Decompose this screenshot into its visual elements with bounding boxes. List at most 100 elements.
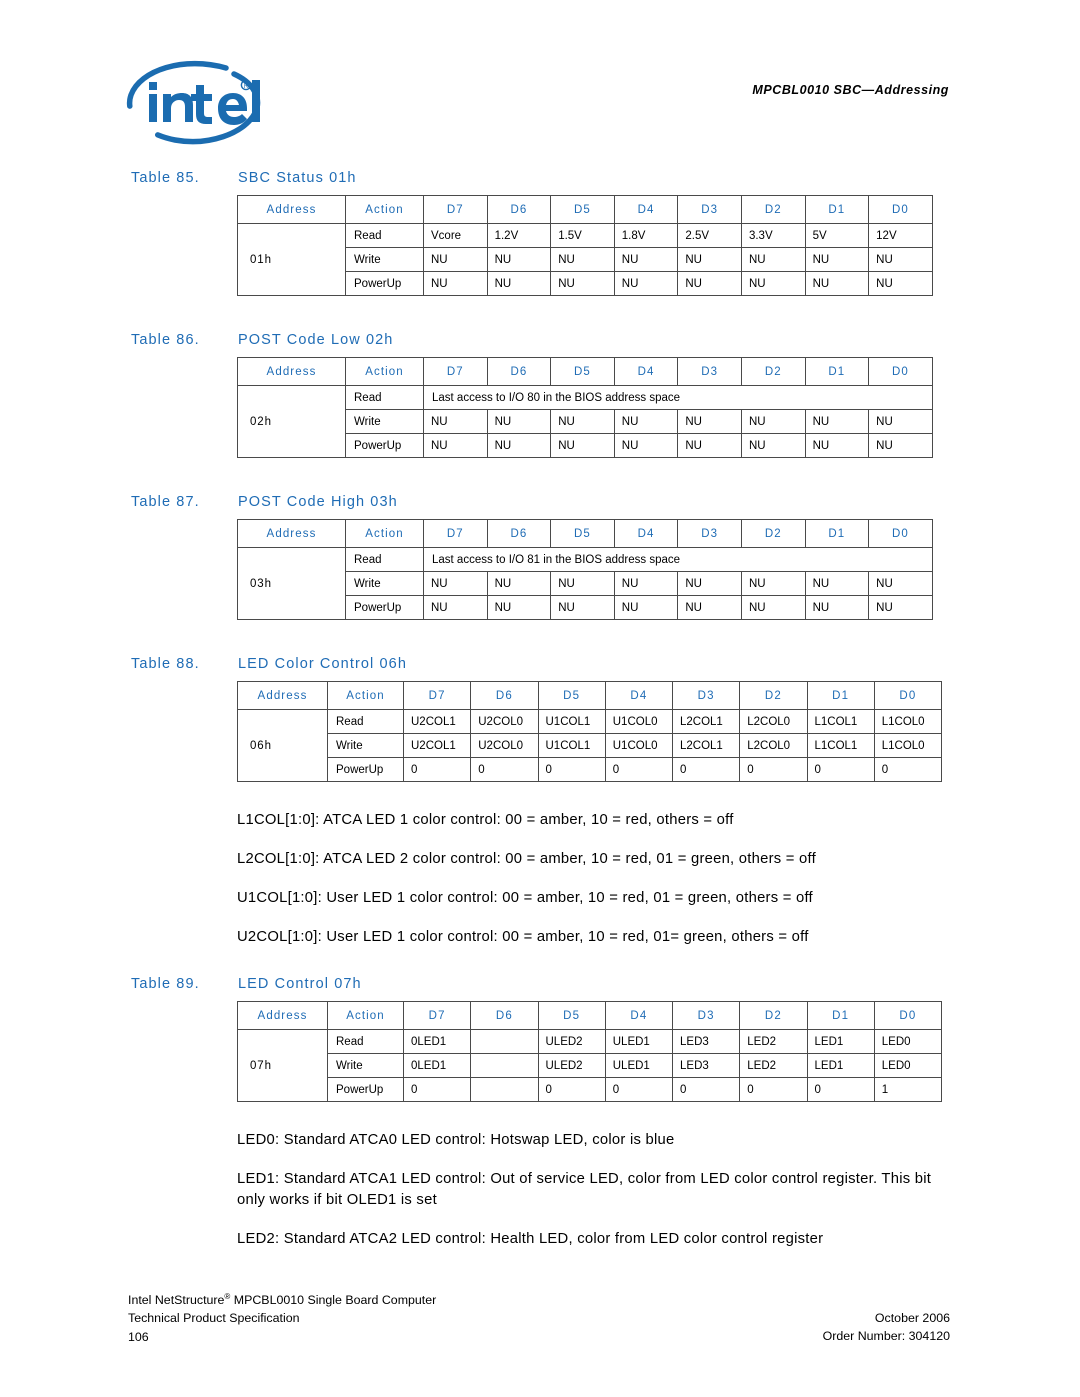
table-row: PowerUp 0 0 0 0 0 0 0 0 <box>238 757 943 782</box>
bit-cell-d3: L2COL1 <box>671 733 741 758</box>
bit-cell-d6: NU <box>486 409 552 434</box>
bit-cell-d5: ULED2 <box>537 1029 606 1054</box>
table-row: 02h Read Last access to I/O 80 in the BI… <box>237 385 933 458</box>
bit-cell-d3: LED3 <box>671 1053 741 1078</box>
col-header-d6: D6 <box>486 519 552 548</box>
bit-cell-d1: NU <box>804 271 870 296</box>
col-header-d5: D5 <box>537 681 606 710</box>
col-header-d3: D3 <box>677 357 742 386</box>
bit-cell-d4: NU <box>613 571 679 596</box>
footer-left-block: Intel NetStructure® MPCBL0010 Single Boa… <box>128 1291 436 1346</box>
running-head: MPCBL0010 SBC—Addressing <box>752 83 949 97</box>
table-header-row: Address Action D7 D6 D5 D4 D3 D2 D1 D0 <box>237 681 943 710</box>
bit-cell-d6: NU <box>486 595 552 620</box>
table-row: 06h Read U2COL1 U2COL0 U1COL1 U1COL0 L2C… <box>237 709 943 782</box>
bit-cell-d1: NU <box>804 595 870 620</box>
address-value: 07h <box>237 1029 328 1102</box>
bit-cell-d2: NU <box>740 595 806 620</box>
col-header-d1: D1 <box>804 519 870 548</box>
table-title-88: LED Color Control 06h <box>238 656 407 672</box>
bit-cell-d3: NU <box>677 433 742 458</box>
page-content: Table 85. SBC Status 01h Address Action D… <box>0 170 1080 1250</box>
col-header-d7: D7 <box>402 681 472 710</box>
bit-cell-d3: 0 <box>671 757 741 782</box>
col-header-action: Action <box>345 519 424 548</box>
bit-cell-d4: 1.8V <box>613 223 679 248</box>
table-row: 01h Read Vcore 1.2V 1.5V 1.8V 2.5V 3.3V … <box>237 223 933 296</box>
col-header-address: Address <box>237 195 346 224</box>
col-header-d3: D3 <box>677 195 742 224</box>
bit-cell-d0: L1COL0 <box>873 709 943 734</box>
table-title-86: POST Code Low 02h <box>238 332 394 348</box>
table-header-row: Address Action D7 D6 D5 D4 D3 D2 D1 D0 <box>237 1001 943 1030</box>
col-header-address: Address <box>237 519 346 548</box>
note-led2: LED2: Standard ATCA2 LED control: Health… <box>237 1231 824 1247</box>
bit-cell-d3: L2COL1 <box>671 709 741 734</box>
bit-cell-d1: NU <box>804 409 870 434</box>
col-header-d4: D4 <box>604 681 674 710</box>
col-header-d0: D0 <box>868 195 933 224</box>
bit-cell-d4: NU <box>613 409 679 434</box>
col-header-address: Address <box>237 681 328 710</box>
col-header-d7: D7 <box>402 1001 472 1030</box>
bit-cell-d2: LED2 <box>739 1053 808 1078</box>
bit-cell-d1: NU <box>804 433 870 458</box>
col-header-action: Action <box>327 1001 404 1030</box>
note-l1col: L1COL[1:0]: ATCA LED 1 color control: 00… <box>237 812 734 828</box>
note-l2col: L2COL[1:0]: ATCA LED 2 color control: 00… <box>237 851 816 867</box>
register-table-89: Address Action D7 D6 D5 D4 D3 D2 D1 D0 0… <box>237 1001 943 1102</box>
bit-cell-d5: NU <box>550 571 615 596</box>
action-label: Read <box>345 223 424 248</box>
table-number-88: Table 88. <box>131 656 200 672</box>
address-value: 06h <box>237 709 328 782</box>
table-header-row: Address Action D7 D6 D5 D4 D3 D2 D1 D0 <box>237 195 933 224</box>
col-header-action: Action <box>345 195 424 224</box>
bit-cell-d3: NU <box>677 409 742 434</box>
col-header-d0: D0 <box>868 519 933 548</box>
table-caption-89: Table 89. LED Control 07h <box>0 976 1080 992</box>
bit-cell-d0: NU <box>868 409 933 434</box>
col-header-d7: D7 <box>423 519 488 548</box>
action-label: PowerUp <box>345 433 424 458</box>
svg-text:R: R <box>244 84 249 90</box>
action-label: PowerUp <box>345 595 424 620</box>
register-table-88: Address Action D7 D6 D5 D4 D3 D2 D1 D0 0… <box>237 681 943 782</box>
table-caption-88: Table 88. LED Color Control 06h <box>0 656 1080 672</box>
table-wrap-88: Address Action D7 D6 D5 D4 D3 D2 D1 D0 0… <box>0 681 1080 782</box>
col-header-d6: D6 <box>470 681 539 710</box>
bit-cell-span: Last access to I/O 81 in the BIOS addres… <box>423 547 933 572</box>
table-row: 03h Read Last access to I/O 81 in the BI… <box>237 547 933 620</box>
bit-cell-d6: U2COL0 <box>470 733 539 758</box>
bit-cell-d1: LED1 <box>806 1029 875 1054</box>
bit-cell-d4: 0 <box>604 757 674 782</box>
col-header-d7: D7 <box>423 195 488 224</box>
bit-cell-d4: U1COL0 <box>604 733 674 758</box>
bit-cell-d0: LED0 <box>873 1029 943 1054</box>
note-led0: LED0: Standard ATCA0 LED control: Hotswa… <box>237 1132 675 1148</box>
col-header-d0: D0 <box>868 357 933 386</box>
bit-cell-d0: L1COL0 <box>873 733 943 758</box>
bit-cell-d7: Vcore <box>423 223 488 248</box>
bit-cell-d5: NU <box>550 595 615 620</box>
col-header-d1: D1 <box>804 357 870 386</box>
col-header-d2: D2 <box>739 681 808 710</box>
bit-cell-d7: 0LED1 <box>402 1053 472 1078</box>
col-header-address: Address <box>237 1001 328 1030</box>
bit-cell-d7: NU <box>423 271 488 296</box>
footer-order-number: Order Number: 304120 <box>822 1329 950 1344</box>
col-header-d4: D4 <box>613 519 679 548</box>
bit-cell-d3: NU <box>677 247 742 272</box>
bit-cell-d3: LED3 <box>671 1029 741 1054</box>
table-row: PowerUp 0 0 0 0 0 0 1 <box>238 1077 943 1102</box>
bit-cell-d6: U2COL0 <box>470 709 539 734</box>
action-label: Write <box>345 247 424 272</box>
bit-cell-d0: NU <box>868 595 933 620</box>
table-number-85: Table 85. <box>131 170 200 186</box>
col-header-d3: D3 <box>677 519 742 548</box>
col-header-d6: D6 <box>486 195 552 224</box>
bit-cell-d0: NU <box>868 271 933 296</box>
table-header-row: Address Action D7 D6 D5 D4 D3 D2 D1 D0 <box>237 357 933 386</box>
